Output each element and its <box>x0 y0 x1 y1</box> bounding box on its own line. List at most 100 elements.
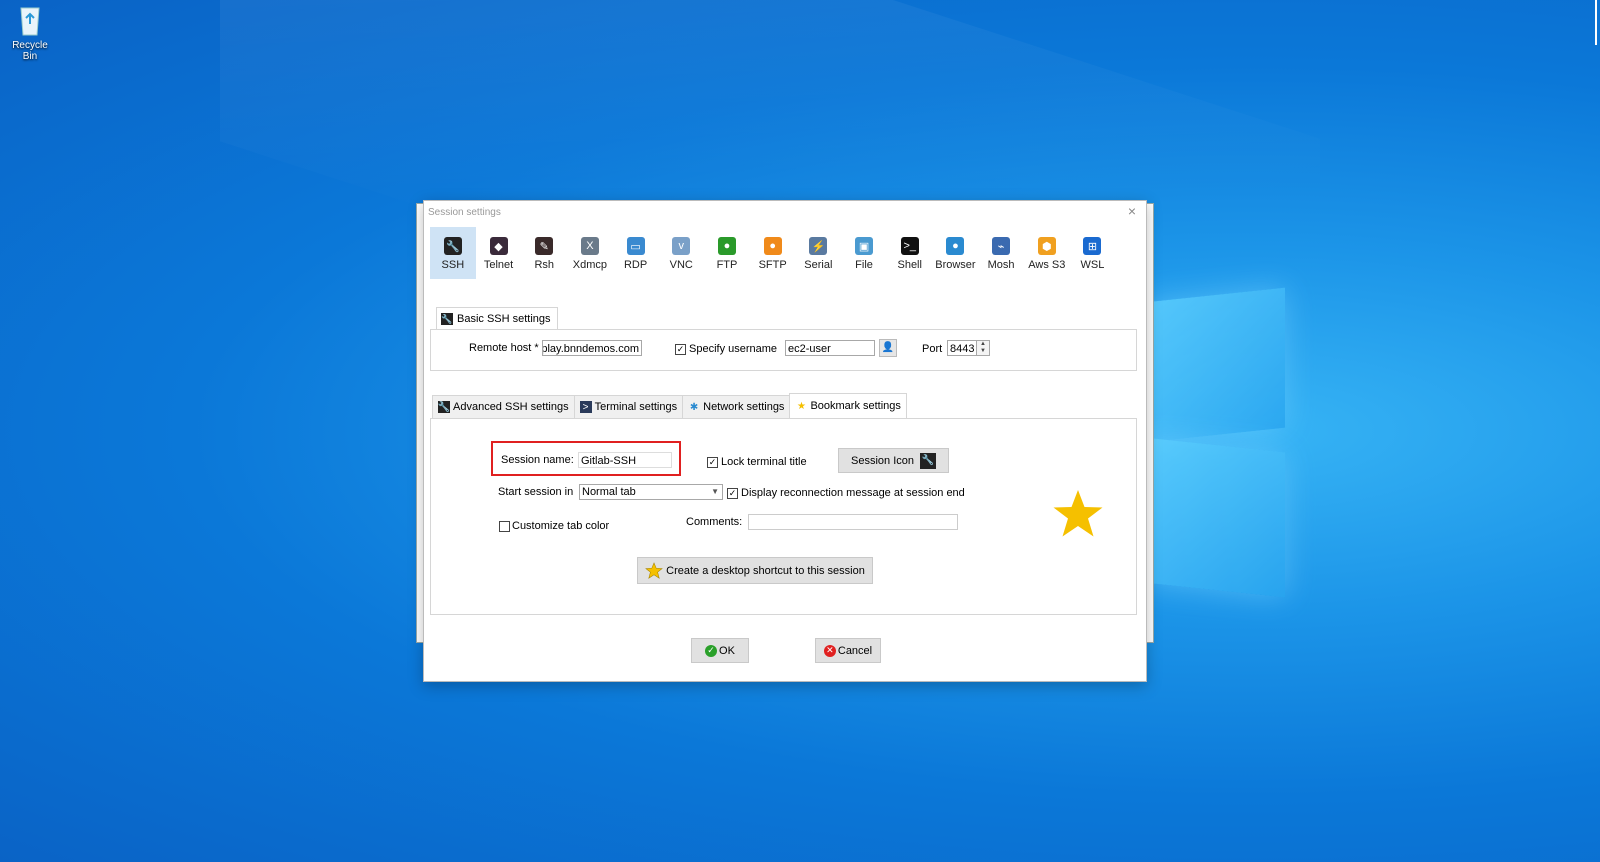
session-icon-button[interactable]: Session Icon 🔧 <box>838 448 949 473</box>
protocol-sftp[interactable]: ● SFTP <box>750 227 796 279</box>
create-desktop-shortcut-button[interactable]: Create a desktop shortcut to this sessio… <box>637 557 873 584</box>
protocol-label: Mosh <box>987 259 1015 271</box>
protocol-label: Shell <box>897 259 922 271</box>
xdmcp-icon: X <box>580 237 599 255</box>
tab-label: Network settings <box>703 401 785 413</box>
protocol-label: FTP <box>716 259 738 271</box>
remote-host-label: Remote host * <box>469 342 539 354</box>
tab-label: Basic SSH settings <box>457 313 551 325</box>
sftp-icon: ● <box>763 237 782 255</box>
port-input[interactable]: 8443 <box>947 340 977 356</box>
protocol-label: Serial <box>804 259 833 271</box>
mosh-icon: ⌁ <box>992 237 1011 255</box>
create-desktop-shortcut-label: Create a desktop shortcut to this sessio… <box>666 564 865 577</box>
bookmark-star-icon <box>1053 490 1103 537</box>
shell-icon: >_ <box>900 237 919 255</box>
customize-tab-color-label: Customize tab color <box>512 520 610 532</box>
protocol-label: SSH <box>441 259 465 271</box>
protocol-label: Rsh <box>534 259 554 271</box>
username-input[interactable]: ec2-user <box>785 340 875 356</box>
tab-label: Terminal settings <box>594 401 678 413</box>
protocol-label: WSL <box>1080 259 1105 271</box>
specify-username-label: Specify username <box>689 343 778 355</box>
lock-terminal-title-checkbox[interactable]: ✓ <box>707 457 718 468</box>
tab-advanced-ssh-settings[interactable]: 🔧 Advanced SSH settings <box>432 395 575 418</box>
comments-input[interactable] <box>748 514 958 530</box>
protocol-label: Aws S3 <box>1028 259 1066 271</box>
specify-username-checkbox[interactable]: ✓ <box>675 344 686 355</box>
session-name-input[interactable]: Gitlab-SSH <box>578 452 672 468</box>
serial-icon: ⚡ <box>809 237 828 255</box>
ok-button[interactable]: ✓ OK <box>691 638 749 663</box>
tab-label: Bookmark settings <box>810 400 901 412</box>
tab-bookmark-settings[interactable]: ★ Bookmark settings <box>789 393 907 418</box>
session-settings-dialog: Session settings × 🔧 SSH ◆ Telnet ✎ Rsh X Xdmcp… <box>423 200 1147 682</box>
protocol-browser[interactable]: ● Browser <box>933 227 979 279</box>
tab-network-settings[interactable]: ✱ Network settings <box>682 395 791 418</box>
wrench-icon: 🔧 <box>437 401 451 413</box>
cancel-icon: ✕ <box>823 644 836 657</box>
reconnect-message-label: Display reconnection message at session … <box>741 487 965 499</box>
protocol-label: Xdmcp <box>572 259 608 271</box>
tab-label: Advanced SSH settings <box>453 401 569 413</box>
network-icon: ✱ <box>689 401 699 413</box>
protocol-serial[interactable]: ⚡ Serial <box>796 227 842 279</box>
protocol-label: RDP <box>623 259 648 271</box>
protocol-wsl[interactable]: ⊞ WSL <box>1070 227 1116 279</box>
star-shortcut-icon <box>645 561 663 579</box>
chevron-down-icon: ▼ <box>711 487 719 496</box>
basic-settings-panel: Remote host * play.bnndemos.com ✓ Specif… <box>430 329 1137 371</box>
rdp-icon: ▭ <box>626 237 645 255</box>
file-icon: ▣ <box>855 237 874 255</box>
dialog-titlebar: Session settings × <box>424 201 1146 225</box>
windows-logo-pane-bottom <box>1145 437 1285 598</box>
port-label: Port <box>922 343 943 355</box>
protocol-rdp[interactable]: ▭ RDP <box>613 227 659 279</box>
remote-host-input[interactable]: play.bnndemos.com <box>542 340 642 356</box>
vnc-icon: v <box>672 237 691 255</box>
start-session-value: Normal tab <box>582 486 636 498</box>
recycle-bin-icon <box>15 4 45 36</box>
protocol-label: VNC <box>669 259 693 271</box>
protocol-aws-s3[interactable]: ⬢ Aws S3 <box>1024 227 1070 279</box>
start-session-select[interactable]: Normal tab ▼ <box>579 484 723 500</box>
recycle-bin[interactable]: Recycle Bin <box>4 4 56 62</box>
lock-terminal-title-label: Lock terminal title <box>721 456 807 468</box>
cancel-button[interactable]: ✕ Cancel <box>815 638 881 663</box>
protocol-rsh[interactable]: ✎ Rsh <box>521 227 567 279</box>
protocol-ssh[interactable]: 🔧 SSH <box>430 227 476 279</box>
protocol-vnc[interactable]: v VNC <box>658 227 704 279</box>
screen-edge-line <box>1595 0 1597 45</box>
user-picker-icon[interactable]: 👤 <box>879 339 897 357</box>
wrench-icon: 🔧 <box>441 313 453 325</box>
wrench-icon: 🔧 <box>919 452 936 469</box>
close-icon[interactable]: × <box>1128 203 1136 219</box>
wsl-icon: ⊞ <box>1083 237 1102 255</box>
protocol-mosh[interactable]: ⌁ Mosh <box>978 227 1024 279</box>
settings-tabs: 🔧 Advanced SSH settings > Terminal settings… <box>432 393 907 418</box>
port-spinner[interactable]: ▲ ▼ <box>976 340 990 356</box>
windows-logo-pane-top <box>1145 287 1285 443</box>
protocol-file[interactable]: ▣ File <box>841 227 887 279</box>
ssh-icon: 🔧 <box>443 237 462 255</box>
tab-terminal-settings[interactable]: > Terminal settings <box>573 395 684 418</box>
ok-label: OK <box>719 644 735 657</box>
rsh-icon: ✎ <box>535 237 554 255</box>
tab-basic-ssh-settings[interactable]: 🔧 Basic SSH settings <box>436 307 558 330</box>
protocol-telnet[interactable]: ◆ Telnet <box>476 227 522 279</box>
start-session-label: Start session in <box>498 486 574 498</box>
ftp-icon: ● <box>717 237 736 255</box>
protocol-ftp[interactable]: ● FTP <box>704 227 750 279</box>
session-icon-label: Session Icon <box>851 454 914 467</box>
terminal-icon: > <box>579 401 592 413</box>
protocol-shell[interactable]: >_ Shell <box>887 227 933 279</box>
aws-s3-icon: ⬢ <box>1037 237 1056 255</box>
cancel-label: Cancel <box>837 644 873 657</box>
check-icon: ✓ <box>705 644 718 657</box>
recycle-bin-label: Recycle Bin <box>12 40 48 62</box>
star-icon: ★ <box>796 400 806 412</box>
protocol-xdmcp[interactable]: X Xdmcp <box>567 227 613 279</box>
customize-tab-color-checkbox[interactable] <box>499 521 510 532</box>
reconnect-message-checkbox[interactable]: ✓ <box>727 488 738 499</box>
protocol-label: File <box>855 259 873 271</box>
